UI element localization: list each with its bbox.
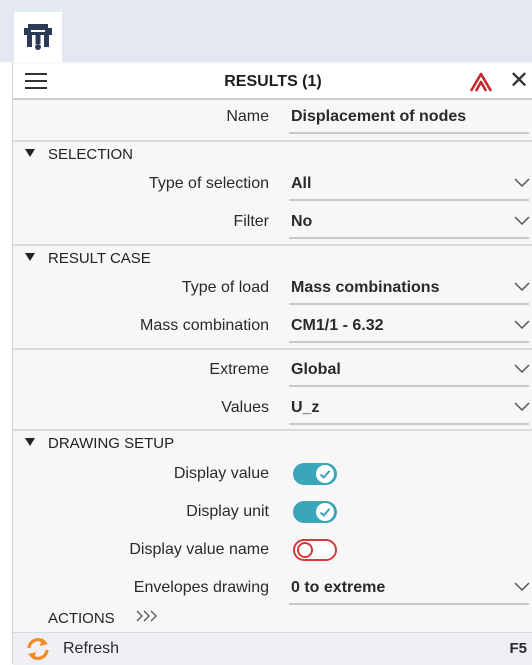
chevron-down-icon[interactable]	[513, 214, 531, 226]
filter-row[interactable]: Filter No	[13, 204, 532, 240]
type-of-selection-label: Type of selection	[148, 175, 269, 192]
filter-label: Filter	[233, 213, 269, 230]
values-row[interactable]: Values U_z	[13, 390, 532, 426]
mass-combination-row[interactable]: Mass combination CM1/1 - 6.32	[13, 308, 532, 344]
toggle-knob	[316, 503, 334, 521]
type-of-load-row[interactable]: Type of load Mass combinations	[13, 270, 532, 306]
chevron-down-icon[interactable]	[513, 176, 531, 188]
section-title: DRAWING SETUP	[48, 435, 175, 452]
envelopes-drawing-dropdown[interactable]: 0 to extreme	[291, 579, 385, 597]
display-value-name-toggle[interactable]	[293, 539, 337, 561]
name-row: Name Displacement of nodes	[13, 99, 532, 135]
display-unit-label: Display unit	[186, 503, 269, 520]
section-title: SELECTION	[48, 146, 134, 163]
extreme-dropdown[interactable]: Global	[291, 361, 341, 379]
section-selection[interactable]: SELECTION	[13, 140, 532, 168]
refresh-shortcut: F5	[509, 640, 527, 657]
chevron-down-icon[interactable]	[513, 580, 531, 592]
name-value[interactable]: Displacement of nodes	[291, 108, 466, 126]
chevron-down-icon[interactable]	[513, 280, 531, 292]
collapse-triangle-icon[interactable]	[25, 149, 35, 157]
extreme-label: Extreme	[209, 361, 269, 378]
type-of-selection-row[interactable]: Type of selection All	[13, 166, 532, 202]
refresh-icon	[27, 638, 49, 660]
check-icon	[319, 470, 331, 479]
section-title: RESULT CASE	[48, 250, 151, 267]
section-drawing-setup[interactable]: DRAWING SETUP	[13, 429, 532, 457]
check-icon	[319, 508, 331, 517]
actions-title: ACTIONS	[48, 610, 115, 627]
toggle-knob	[297, 542, 313, 558]
values-label: Values	[221, 399, 269, 416]
display-value-toggle[interactable]	[293, 463, 337, 485]
pin-icon[interactable]	[468, 69, 494, 95]
chevron-down-icon[interactable]	[513, 318, 531, 330]
display-value-label: Display value	[173, 465, 269, 482]
display-unit-toggle[interactable]	[293, 501, 337, 523]
top-toolbar	[0, 0, 532, 62]
double-chevron-right-icon[interactable]	[135, 608, 161, 624]
mass-combination-dropdown[interactable]: CM1/1 - 6.32	[291, 317, 383, 335]
display-value-name-row: Display value name	[13, 532, 532, 568]
display-value-name-label: Display value name	[129, 541, 269, 558]
results-panel: RESULTS (1) ✕ Name Displacement of nodes…	[12, 62, 532, 665]
display-value-row: Display value	[13, 456, 532, 492]
chevron-down-icon[interactable]	[513, 362, 531, 374]
extreme-row[interactable]: Extreme Global	[13, 352, 532, 388]
panel-title: RESULTS (1)	[224, 73, 322, 90]
type-of-load-label: Type of load	[181, 279, 269, 296]
separator	[13, 348, 532, 350]
refresh-action[interactable]: Refresh F5	[13, 632, 532, 665]
filter-dropdown[interactable]: No	[291, 213, 312, 231]
section-result-case[interactable]: RESULT CASE	[13, 244, 532, 272]
envelopes-drawing-row[interactable]: Envelopes drawing 0 to extreme	[13, 570, 532, 606]
actions-section[interactable]: ACTIONS	[13, 604, 532, 632]
chevron-down-icon[interactable]	[513, 400, 531, 412]
close-icon[interactable]: ✕	[509, 66, 529, 96]
type-of-load-dropdown[interactable]: Mass combinations	[291, 279, 439, 297]
collapse-triangle-icon[interactable]	[25, 253, 35, 261]
toggle-knob	[316, 465, 334, 483]
refresh-label: Refresh	[63, 640, 120, 657]
app-logo-tab[interactable]	[14, 12, 62, 62]
values-dropdown[interactable]: U_z	[291, 399, 319, 417]
panel-header: RESULTS (1) ✕	[13, 64, 532, 100]
mass-combination-label: Mass combination	[140, 317, 269, 334]
type-of-selection-dropdown[interactable]: All	[291, 175, 311, 193]
name-label: Name	[226, 108, 269, 125]
app-logo-icon	[24, 24, 52, 50]
collapse-triangle-icon[interactable]	[25, 438, 35, 446]
envelopes-drawing-label: Envelopes drawing	[133, 579, 269, 596]
display-unit-row: Display unit	[13, 494, 532, 530]
